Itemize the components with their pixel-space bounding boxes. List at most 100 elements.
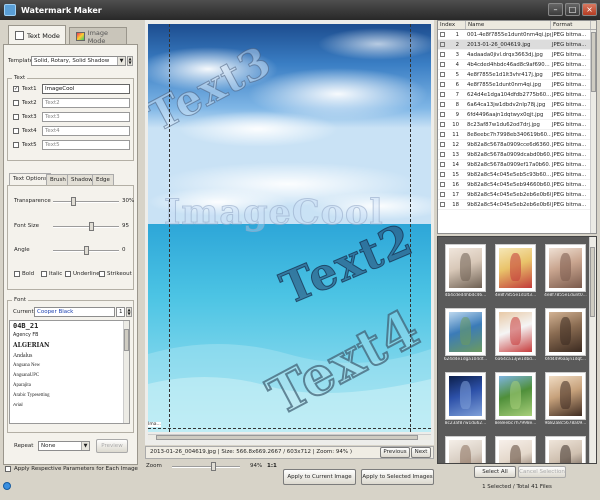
- maximize-button[interactable]: □: [565, 3, 580, 16]
- cancel-selection-button[interactable]: Cancel Selection: [518, 466, 566, 478]
- thumbnail-item[interactable]: 4b4cded4hbdc46...: [442, 241, 489, 302]
- row-checkbox[interactable]: [440, 92, 445, 97]
- file-table-scroll-thumb[interactable]: [591, 32, 596, 92]
- angle-slider[interactable]: [84, 246, 89, 255]
- row-checkbox[interactable]: [440, 132, 445, 137]
- thumbnail-item[interactable]: [442, 433, 489, 463]
- table-row[interactable]: 18 9b82a8c54c045e5eb2eb6e0b60... JPEG bitm…: [438, 200, 596, 210]
- current-font-field[interactable]: Cooper Black: [34, 307, 115, 317]
- row-checkbox[interactable]: [440, 172, 445, 177]
- tab-text-options[interactable]: Text Options: [9, 173, 52, 185]
- table-row[interactable]: 14 9b82a8c5678a0909ef17a0b60... JPEG bitma…: [438, 160, 596, 170]
- font-list-item[interactable]: Andalus: [10, 351, 129, 361]
- column-format[interactable]: Format: [551, 21, 591, 29]
- repeat-select[interactable]: None ▼: [38, 441, 90, 451]
- row-checkbox[interactable]: [440, 32, 445, 37]
- thumbnail-scroll-thumb[interactable]: [590, 247, 595, 317]
- underline-checkbox[interactable]: [65, 271, 71, 277]
- table-row[interactable]: 2 2013-01-26_004619.jpg JPEG bitma...: [438, 40, 596, 50]
- apply-current-button[interactable]: Apply to Current Image: [283, 469, 356, 485]
- help-icon[interactable]: [3, 482, 11, 490]
- table-row[interactable]: 13 9b82a8c5678a0909dcabd0b60... JPEG bitma…: [438, 150, 596, 160]
- table-row[interactable]: 17 9b82a8c54c045e5eb2eb6e0b60... JPEG bitm…: [438, 190, 596, 200]
- preview-button[interactable]: Preview: [96, 439, 128, 453]
- row-checkbox[interactable]: [440, 72, 445, 77]
- row-checkbox[interactable]: [440, 142, 445, 147]
- watermark-imagecool[interactable]: ImageCool: [164, 192, 384, 234]
- thumbnail-item[interactable]: 4e8f7855e1d1lt3...: [492, 241, 539, 302]
- table-row[interactable]: 11 8e8eebc7h7998eb340619b60... JPEG bitma.…: [438, 130, 596, 140]
- table-row[interactable]: 8 6a64ca13jw1dbdv2nlp78j.jpg JPEG bitma...: [438, 100, 596, 110]
- thumbnail-item[interactable]: 6a64ca13jw1dbd...: [492, 305, 539, 366]
- font-list[interactable]: 04B_21 Agency FB ALGERIAN Andalus Angsan…: [9, 320, 130, 424]
- table-row[interactable]: 12 9b82a8c5678a0909cce6d6360... JPEG bitma…: [438, 140, 596, 150]
- thumbnail-item[interactable]: 8e8eebc7h7998e...: [492, 369, 539, 430]
- thumbnail-item[interactable]: 9b82a8c5678a09...: [542, 369, 589, 430]
- row-checkbox[interactable]: [440, 152, 445, 157]
- font-size-spinner[interactable]: ▲ ▼: [126, 307, 132, 317]
- font-list-item[interactable]: Arabic Typesetting: [10, 391, 129, 401]
- font-list-scroll-thumb[interactable]: [124, 329, 129, 351]
- text3-checkbox[interactable]: [13, 114, 19, 120]
- zoom-slider[interactable]: [210, 462, 216, 471]
- tab-edge[interactable]: Edge: [92, 174, 114, 185]
- text2-checkbox[interactable]: [13, 100, 19, 106]
- font-list-item[interactable]: AngsanaUPC: [10, 371, 129, 381]
- font-list-item[interactable]: Aparajita: [10, 381, 129, 391]
- row-checkbox[interactable]: [440, 162, 445, 167]
- row-checkbox[interactable]: [440, 182, 445, 187]
- minimize-button[interactable]: –: [548, 3, 563, 16]
- table-row[interactable]: 15 9b82a8c54c045e5eb5c93b60... JPEG bitma.…: [438, 170, 596, 180]
- text5-checkbox[interactable]: [13, 142, 19, 148]
- row-checkbox[interactable]: [440, 102, 445, 107]
- next-button[interactable]: Next: [411, 447, 431, 458]
- font-list-item[interactable]: Angsana New: [10, 361, 129, 371]
- thumbnail-item[interactable]: 4e8f7855e1dunt0...: [542, 241, 589, 302]
- table-row[interactable]: 4 4b4cded4hbdc46ad8c9af690... JPEG bitma..…: [438, 60, 596, 70]
- row-checkbox[interactable]: [440, 112, 445, 117]
- font-size-field[interactable]: 1: [116, 307, 125, 317]
- font-list-item[interactable]: 04B_21: [10, 321, 129, 331]
- table-row[interactable]: 7 624d4e1dga104dfdb2775b60... JPEG bitma..…: [438, 90, 596, 100]
- row-checkbox[interactable]: [440, 62, 445, 67]
- row-checkbox[interactable]: [440, 122, 445, 127]
- font-size-slider[interactable]: [89, 222, 95, 231]
- apply-respective-checkbox[interactable]: [5, 466, 11, 472]
- text5-input[interactable]: Text5: [42, 140, 130, 150]
- row-checkbox[interactable]: [440, 42, 445, 47]
- row-checkbox[interactable]: [440, 192, 445, 197]
- transparence-slider[interactable]: [70, 197, 76, 206]
- text1-input[interactable]: ImageCool: [42, 84, 130, 94]
- font-list-item[interactable]: ALGERIAN: [10, 341, 129, 351]
- text1-checkbox[interactable]: ✓: [13, 86, 19, 92]
- italic-checkbox[interactable]: [41, 271, 47, 277]
- font-list-item[interactable]: Agency FB: [10, 331, 129, 341]
- close-button[interactable]: ×: [582, 3, 597, 16]
- column-index[interactable]: Index: [438, 21, 466, 29]
- table-row[interactable]: 16 9b82a8c54c045e5eb94660b60... JPEG bitma…: [438, 180, 596, 190]
- file-table-scrollbar[interactable]: [590, 30, 596, 233]
- thumbnail-item[interactable]: 8c23af87w1du62...: [442, 369, 489, 430]
- tab-image-mode[interactable]: Image Mode: [69, 27, 127, 45]
- row-checkbox[interactable]: [440, 202, 445, 207]
- thumbnail-item[interactable]: 624d4e1dga104df...: [442, 305, 489, 366]
- text4-checkbox[interactable]: [13, 128, 19, 134]
- table-row[interactable]: 9 6fd4496aajn1dqtwyx0qjt.jpg JPEG bitma...: [438, 110, 596, 120]
- table-row[interactable]: 3 4adaada0jivl.drqx3663dj.jpg JPEG bitma..…: [438, 50, 596, 60]
- bold-checkbox[interactable]: [14, 271, 20, 277]
- apply-selected-button[interactable]: Apply to Selected Images: [361, 469, 434, 485]
- row-checkbox[interactable]: [440, 52, 445, 57]
- thumbnail-item[interactable]: 6fd4496aajn1dqt...: [542, 305, 589, 366]
- thumbnail-item[interactable]: [492, 433, 539, 463]
- table-row[interactable]: 5 4e8f7855e1d1lt3vhr417j.jpg JPEG bitma...: [438, 70, 596, 80]
- tab-text-mode[interactable]: Text Mode: [8, 25, 66, 45]
- table-row[interactable]: 1 001-4e8f7855e1dunt0nm4qi.jpg JPEG bitma.…: [438, 30, 596, 40]
- text2-input[interactable]: Text2: [42, 98, 130, 108]
- font-list-scrollbar[interactable]: [123, 321, 129, 423]
- font-list-item[interactable]: Arial: [10, 401, 129, 411]
- previous-button[interactable]: Previous: [380, 447, 410, 458]
- zoom-ratio-button[interactable]: 1:1: [267, 463, 277, 469]
- template-select[interactable]: Solid, Rotary, Solid Shadow ▼: [31, 56, 126, 66]
- table-row[interactable]: 10 8c23af87w1du62od7drj.jpg JPEG bitma...: [438, 120, 596, 130]
- text4-input[interactable]: Text4: [42, 126, 130, 136]
